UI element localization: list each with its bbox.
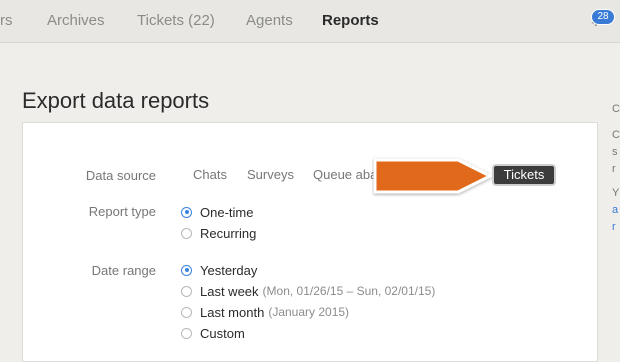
nav-item-agents[interactable]: Agents — [246, 12, 293, 29]
date-range-last-week[interactable]: Last week (Mon, 01/26/15 – Sun, 02/01/15… — [181, 282, 435, 300]
option-hint: (Mon, 01/26/15 – Sun, 02/01/15) — [262, 284, 436, 298]
sidebar-fragment: C — [612, 103, 620, 115]
option-label: Yesterday — [200, 262, 258, 278]
data-source-label: Data source — [85, 168, 156, 183]
report-type-recurring[interactable]: Recurring — [181, 224, 256, 242]
sidebar-fragment: C — [612, 129, 620, 141]
sidebar-fragment: Y — [612, 187, 620, 199]
radio-unchecked-icon[interactable] — [181, 227, 192, 239]
radio-checked-icon[interactable] — [181, 264, 192, 276]
report-type-label: Report type — [88, 204, 156, 219]
option-hint: (January 2015) — [268, 305, 350, 319]
sidebar-fragment: r — [612, 163, 616, 175]
radio-checked-icon[interactable] — [181, 206, 192, 218]
callout-arrow — [373, 158, 494, 194]
data-source-chats[interactable]: Chats — [193, 167, 227, 182]
top-nav-bar: rs Archives Tickets (22) Agents Reports … — [0, 0, 620, 43]
radio-unchecked-icon[interactable] — [181, 327, 192, 339]
data-source-tickets[interactable]: Tickets — [494, 166, 554, 184]
date-range-yesterday[interactable]: Yesterday — [181, 261, 257, 279]
option-label: One-time — [200, 204, 254, 220]
sidebar-fragment: s — [612, 146, 618, 158]
radio-unchecked-icon[interactable] — [181, 306, 192, 318]
data-source-surveys[interactable]: Surveys — [247, 167, 294, 182]
nav-item-tickets[interactable]: Tickets (22) — [137, 12, 215, 29]
sidebar-link-fragment[interactable]: a — [612, 204, 618, 216]
option-label: Last week — [200, 283, 259, 299]
option-label: Last month — [200, 304, 265, 320]
nav-item-reports[interactable]: Reports — [322, 12, 379, 29]
date-range-custom[interactable]: Custom — [181, 324, 245, 342]
option-label: Custom — [200, 325, 245, 341]
nav-item-partial[interactable]: rs — [0, 12, 13, 29]
data-source-queue-abandonment[interactable]: Queue aba — [313, 167, 377, 182]
radio-unchecked-icon[interactable] — [181, 285, 192, 297]
export-form-panel — [22, 122, 598, 362]
date-range-last-month[interactable]: Last month (January 2015) — [181, 303, 349, 321]
sidebar-link-fragment[interactable]: r — [612, 221, 616, 233]
notification-badge[interactable]: 28 — [591, 9, 615, 25]
option-label: Recurring — [200, 225, 257, 241]
date-range-label: Date range — [91, 263, 156, 278]
report-type-one-time[interactable]: One-time — [181, 203, 253, 221]
nav-item-archives[interactable]: Archives — [47, 12, 105, 29]
page-title: Export data reports — [22, 88, 210, 113]
